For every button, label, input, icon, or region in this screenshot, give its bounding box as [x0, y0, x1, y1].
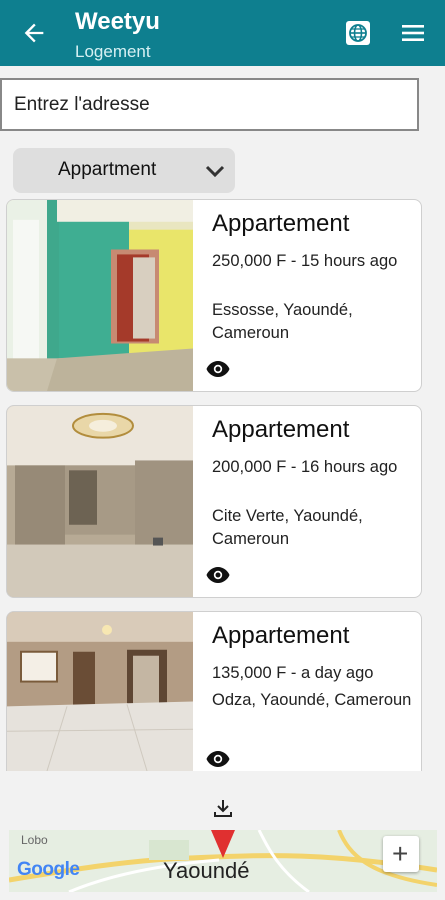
hamburger-menu-icon[interactable] [399, 20, 427, 46]
listing-price-time: 135,000 F - a day ago [212, 664, 374, 682]
eye-icon[interactable] [206, 750, 230, 768]
listing-location: Cite Verte, Yaoundé, Cameroun [212, 507, 363, 548]
map-place-label: Lobo [21, 833, 48, 847]
listing-card[interactable]: Appartement 135,000 F - a day ago Odza, … [6, 611, 422, 771]
app-title: Weetyu [75, 8, 160, 35]
property-type-selected: Appartment [58, 159, 157, 180]
listing-location: Odza, Yaoundé, Cameroun [212, 691, 412, 709]
google-logo: Google [17, 859, 80, 880]
address-search-input[interactable] [0, 78, 419, 131]
arrow-left-icon[interactable] [20, 19, 48, 47]
download-icon[interactable] [212, 797, 234, 819]
map-view[interactable]: Lobo Google Yaoundé + [9, 830, 437, 892]
listing-photo [7, 612, 193, 771]
eye-icon[interactable] [206, 566, 230, 584]
eye-icon[interactable] [206, 360, 230, 378]
listing-price-time: 200,000 F - 16 hours ago [212, 458, 398, 476]
listing-card[interactable]: Appartement 250,000 F - 15 hours ago Ess… [6, 199, 422, 392]
map-city-label: Yaoundé [163, 858, 250, 883]
app-subtitle: Logement [75, 42, 151, 61]
app-bar: Weetyu Logement [0, 0, 445, 66]
listing-location: Essosse, Yaoundé, Cameroun [212, 301, 353, 342]
listing-photo [7, 200, 193, 391]
map-pin-icon [211, 830, 235, 858]
listing-title: Appartement [212, 622, 350, 649]
globe-icon[interactable] [345, 20, 371, 46]
listing-price-time: 250,000 F - 15 hours ago [212, 252, 398, 270]
listing-title: Appartement [212, 210, 350, 237]
listing-card[interactable]: Appartement 200,000 F - 16 hours ago Cit… [6, 405, 422, 598]
listing-title: Appartement [212, 416, 350, 443]
listing-photo [7, 406, 193, 597]
zoom-in-button[interactable]: + [383, 836, 419, 872]
property-type-select[interactable]: Appartment [13, 148, 235, 193]
zoom-in-label: + [392, 838, 409, 869]
chevron-down-icon [205, 165, 225, 178]
